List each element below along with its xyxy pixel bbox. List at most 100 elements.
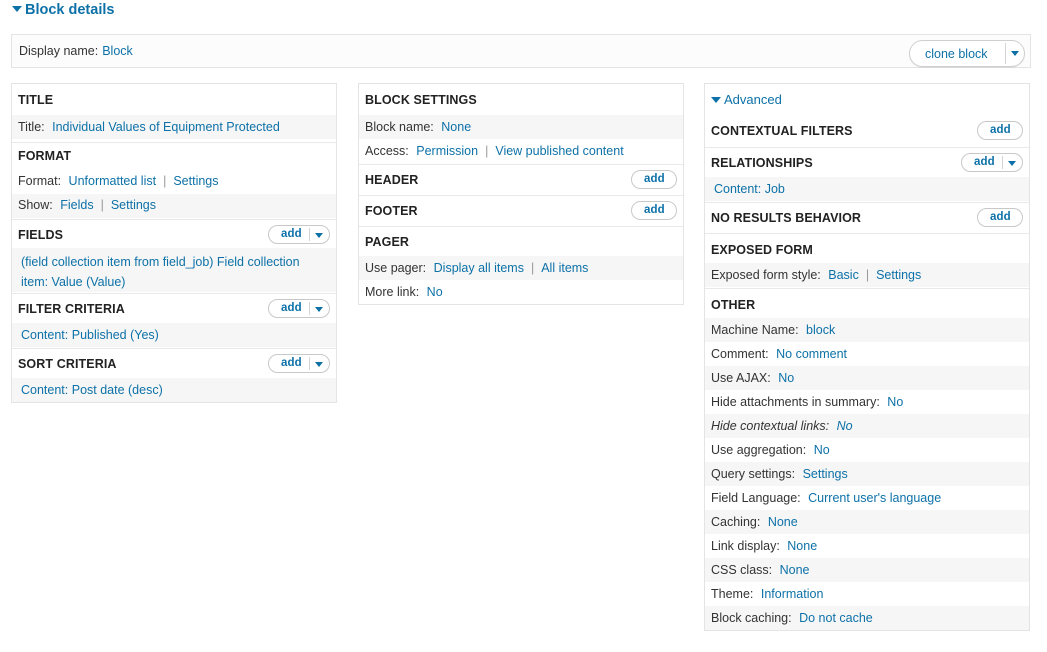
add-label[interactable]: add (974, 156, 995, 168)
title-label: Title: (18, 120, 45, 134)
other-row-value[interactable]: Current user's language (808, 491, 941, 505)
chevron-down-icon[interactable] (315, 233, 323, 238)
other-row: Theme: Information (705, 582, 1029, 606)
display-name-link[interactable]: Block (102, 44, 133, 58)
other-row-value[interactable]: Information (761, 587, 824, 601)
section-sort-header: SORT CRITERIA add (12, 348, 336, 378)
access-detail-link[interactable]: View published content (495, 144, 623, 158)
contextual-header-label: CONTEXTUAL FILTERS (711, 124, 853, 138)
use-pager-row: Use pager: Display all items | All items (359, 256, 683, 280)
show-value-link[interactable]: Fields (60, 198, 93, 212)
other-row: Use AJAX: No (705, 366, 1029, 390)
show-label: Show: (18, 198, 53, 212)
other-row-label: CSS class: (711, 563, 773, 577)
more-link-label: More link: (365, 285, 420, 299)
collapse-triangle-icon (711, 96, 721, 103)
button-divider (309, 228, 310, 241)
contextual-add-button[interactable]: add (977, 121, 1023, 140)
add-label[interactable]: add (990, 124, 1011, 136)
button-divider (1005, 43, 1006, 64)
add-label[interactable]: add (644, 173, 665, 185)
other-row-value[interactable]: No (887, 395, 903, 409)
header-add-button[interactable]: add (631, 170, 677, 189)
other-row-label: Comment: (711, 347, 769, 361)
fields-item-link-line1[interactable]: (field collection item from field_job) F… (21, 255, 300, 269)
add-label[interactable]: add (281, 228, 302, 240)
add-label[interactable]: add (644, 204, 665, 216)
other-row-value[interactable]: None (787, 539, 817, 553)
footer-section-label: FOOTER (365, 204, 418, 218)
exposed-form-settings-link[interactable]: Settings (876, 268, 921, 282)
section-exposed-header: EXPOSED FORM (705, 233, 1029, 264)
format-label: Format: (18, 174, 62, 188)
other-row-value[interactable]: No (837, 419, 853, 433)
fields-item-link-line2[interactable]: item: Value (Value) (21, 275, 125, 289)
clone-block-label[interactable]: clone block (925, 47, 988, 61)
sort-item-link[interactable]: Content: Post date (desc) (21, 383, 163, 397)
other-row-label: Use aggregation: (711, 443, 807, 457)
pipe-separator: | (100, 198, 104, 212)
other-row: Link display: None (705, 534, 1029, 558)
relationships-add-button[interactable]: add (961, 153, 1023, 172)
exposed-form-value-link[interactable]: Basic (828, 268, 859, 282)
other-row-value[interactable]: No (814, 443, 830, 457)
sort-item: Content: Post date (desc) (12, 378, 336, 402)
other-row: Field Language: Current user's language (705, 486, 1029, 510)
other-row: Hide attachments in summary: No (705, 390, 1029, 414)
title-value-link[interactable]: Individual Values of Equipment Protected (52, 120, 280, 134)
pipe-separator: | (530, 261, 535, 275)
add-label[interactable]: add (281, 357, 302, 369)
section-no-results-header: NO RESULTS BEHAVIOR add (705, 202, 1029, 233)
filter-add-button[interactable]: add (268, 299, 330, 318)
other-row: Block caching: Do not cache (705, 606, 1029, 630)
chevron-down-icon[interactable] (1008, 161, 1016, 166)
advanced-toggle[interactable]: Advanced (705, 92, 1029, 107)
format-row: Format: Unformatted list | Settings (12, 170, 336, 194)
block-name-link[interactable]: None (441, 120, 471, 134)
add-label[interactable]: add (990, 211, 1011, 223)
filter-header-label: FILTER CRITERIA (18, 302, 125, 316)
other-row: Hide contextual links: No (705, 414, 1029, 438)
other-row-value[interactable]: No comment (776, 347, 847, 361)
add-label[interactable]: add (281, 302, 302, 314)
block-details-toggle[interactable]: Block details (12, 2, 114, 18)
more-link-value[interactable]: No (427, 285, 443, 299)
more-link-row: More link: No (359, 280, 683, 304)
relationships-item-link[interactable]: Content: Job (714, 182, 785, 196)
other-row-value[interactable]: block (806, 323, 835, 337)
access-value-link[interactable]: Permission (416, 144, 478, 158)
sort-add-button[interactable]: add (268, 354, 330, 373)
show-settings-link[interactable]: Settings (111, 198, 156, 212)
exposed-form-row: Exposed form style: Basic | Settings (705, 263, 1029, 287)
other-row-value[interactable]: Settings (803, 467, 848, 481)
format-value-link[interactable]: Unformatted list (69, 174, 157, 188)
footer-add-button[interactable]: add (631, 201, 677, 220)
no-results-add-button[interactable]: add (977, 208, 1023, 227)
block-name-label: Block name: (365, 120, 434, 134)
chevron-down-icon[interactable] (315, 307, 323, 312)
other-row-value[interactable]: Do not cache (799, 611, 873, 625)
fields-item: (field collection item from field_job) F… (12, 248, 336, 292)
filter-item-link[interactable]: Content: Published (Yes) (21, 328, 159, 342)
format-settings-link[interactable]: Settings (173, 174, 218, 188)
exposed-form-label: Exposed form style: (711, 268, 821, 282)
other-row-label: Hide contextual links: (711, 419, 830, 433)
section-filter-header: FILTER CRITERIA add (12, 293, 336, 323)
other-row-value[interactable]: None (768, 515, 798, 529)
use-pager-detail-link[interactable]: All items (541, 261, 588, 275)
advanced-label[interactable]: Advanced (724, 92, 782, 107)
other-row: Caching: None (705, 510, 1029, 534)
section-title-header: TITLE (18, 93, 54, 107)
show-row: Show: Fields | Settings (12, 194, 336, 218)
other-row: Query settings: Settings (705, 462, 1029, 486)
chevron-down-icon[interactable] (315, 362, 323, 367)
other-row-value[interactable]: None (780, 563, 810, 577)
clone-block-button[interactable]: clone block (909, 40, 1025, 67)
chevron-down-icon[interactable] (1011, 51, 1019, 56)
column-block-settings: BLOCK SETTINGS Block name: None Access: … (358, 83, 684, 305)
fields-add-button[interactable]: add (268, 225, 330, 244)
use-pager-link[interactable]: Display all items (434, 261, 524, 275)
section-other-header: OTHER (705, 288, 1029, 319)
other-row-value[interactable]: No (778, 371, 794, 385)
column-advanced: Advanced CONTEXTUAL FILTERS add RELATION… (704, 83, 1030, 631)
